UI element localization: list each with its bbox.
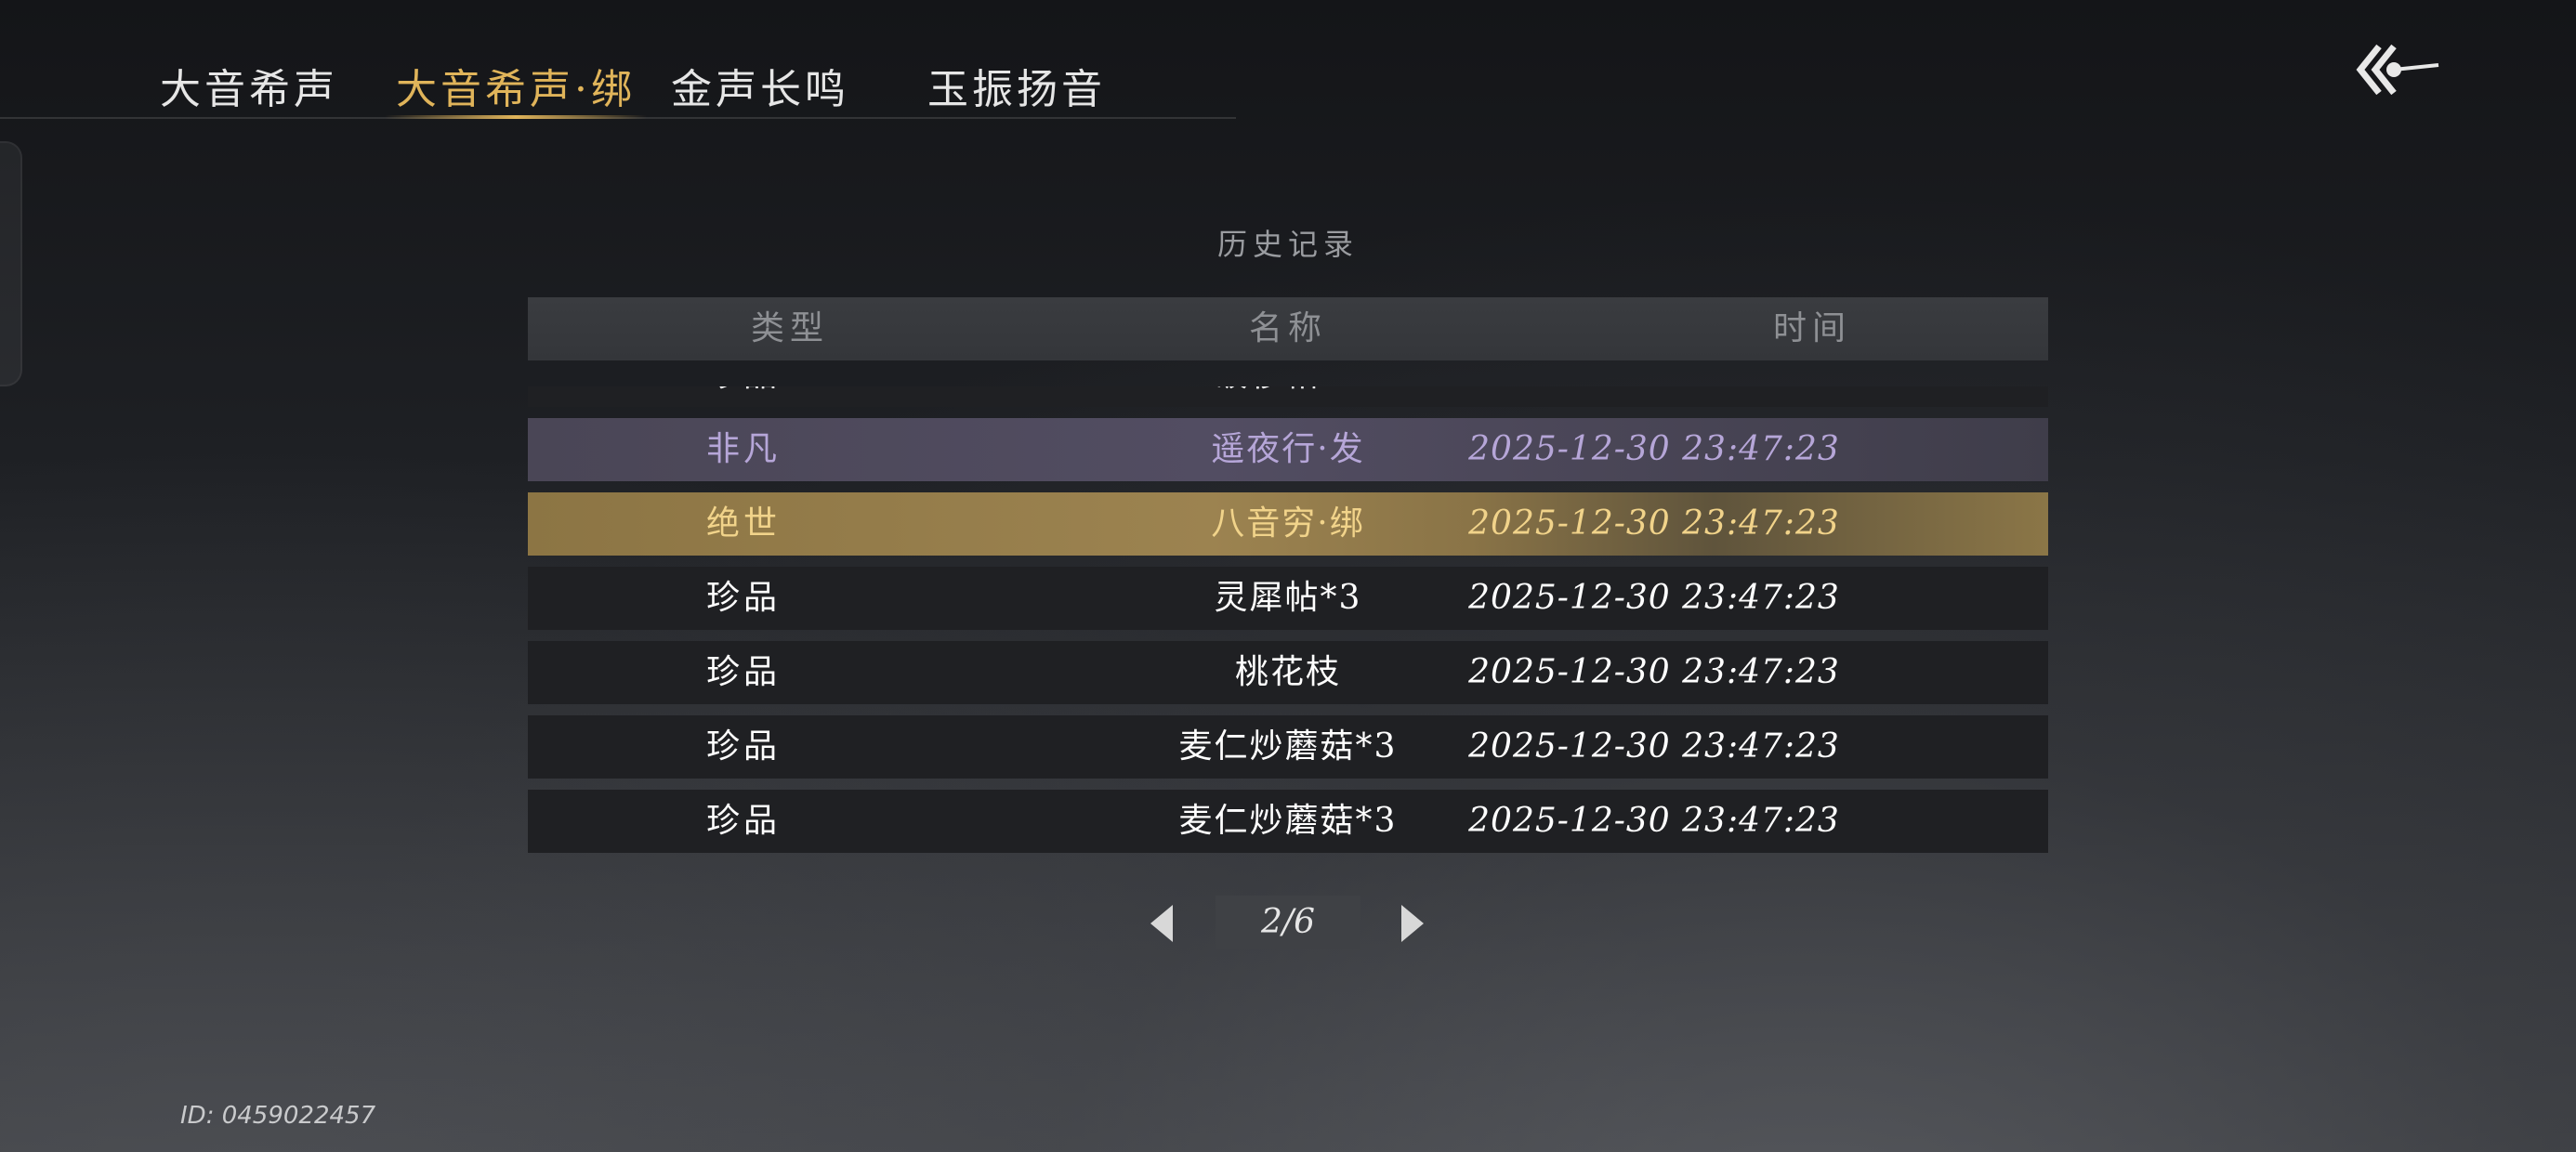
- row-type: 珍品: [706, 653, 782, 691]
- tab-jinsheng-changming[interactable]: 金声长鸣: [671, 56, 849, 115]
- tab-dayin-xisheng[interactable]: 大音希声: [160, 56, 338, 115]
- page-indicator: 2/6: [1216, 896, 1360, 949]
- row-name: 麦仁炒蘑菇*3: [1178, 727, 1398, 766]
- table-body-scroll[interactable]: 珍品 破秽帖*3 2025-12-30 23:47:23 非凡 遥夜行·发 20…: [528, 386, 2048, 864]
- side-drawer-handle[interactable]: [0, 141, 22, 386]
- next-page-button[interactable]: [1392, 899, 1429, 948]
- row-time: 2025-12-30 23:47:23: [1468, 727, 1840, 766]
- tab-bar: 大音希声 大音希声·绑 金声长鸣 玉振扬音: [0, 37, 1236, 119]
- row-type: 珍品: [706, 386, 781, 407]
- table-rows: 珍品 破秽帖*3 2025-12-30 23:47:23 非凡 遥夜行·发 20…: [528, 386, 2048, 864]
- table-row[interactable]: 珍品 灵犀帖*3 2025-12-30 23:47:23: [528, 567, 2048, 630]
- table-row[interactable]: 珍品 桃花枝 2025-12-30 23:47:23: [528, 641, 2048, 704]
- table-header: 类型 名称 时间: [528, 297, 2048, 360]
- table-row[interactable]: 珍品 麦仁炒蘑菇*3 2025-12-30 23:47:23: [528, 715, 2048, 779]
- prev-page-button[interactable]: [1145, 899, 1182, 948]
- table-row[interactable]: 非凡 遥夜行·发 2025-12-30 23:47:23: [528, 418, 2048, 481]
- row-name: 遥夜行·发: [1211, 430, 1365, 468]
- user-id-label: ID: 0459022457: [180, 1102, 376, 1130]
- back-button[interactable]: [2351, 28, 2453, 111]
- row-name: 八音穷·绑: [1211, 504, 1365, 543]
- header-name: 名称: [1248, 309, 1328, 347]
- row-time: 2025-12-30 23:47:23: [1468, 653, 1840, 691]
- triangle-right-icon: [1401, 905, 1424, 942]
- row-name: 麦仁炒蘑菇*3: [1178, 802, 1398, 840]
- history-table: 类型 名称 时间 珍品 破秽帖*3 2025-12-30 23:47:23 非凡…: [528, 297, 2048, 864]
- triangle-left-icon: [1150, 905, 1173, 942]
- row-type: 珍品: [706, 727, 782, 766]
- tab-yuzhen-yangyin[interactable]: 玉振扬音: [927, 56, 1106, 115]
- row-name: 破秽帖*3: [1215, 386, 1362, 407]
- row-type: 绝世: [706, 504, 782, 543]
- row-time: 2025-12-30 23:47:23: [1468, 430, 1840, 468]
- row-type: 珍品: [706, 802, 782, 840]
- back-arrow-icon: [2356, 44, 2439, 96]
- row-type: 非凡: [706, 430, 782, 468]
- row-time: 2025-12-30 23:47:23: [1468, 802, 1840, 840]
- table-row[interactable]: 珍品 破秽帖*3 2025-12-30 23:47:23: [528, 386, 2048, 407]
- header-type: 类型: [750, 309, 830, 347]
- active-tab-indicator: [385, 115, 647, 119]
- row-type: 珍品: [706, 579, 782, 617]
- header-time: 时间: [1772, 309, 1852, 347]
- row-time: 2025-12-30 23:47:23: [1468, 386, 1840, 407]
- row-time: 2025-12-30 23:47:23: [1468, 579, 1840, 617]
- table-row[interactable]: 珍品 麦仁炒蘑菇*3 2025-12-30 23:47:23: [528, 790, 2048, 853]
- table-row[interactable]: 绝世 八音穷·绑 2025-12-30 23:47:23: [528, 492, 2048, 556]
- row-time: 2025-12-30 23:47:23: [1468, 504, 1840, 543]
- tab-dayin-xisheng-bound[interactable]: 大音希声·绑: [385, 56, 647, 119]
- pagination: 2/6: [0, 896, 2576, 951]
- row-name: 灵犀帖*3: [1214, 579, 1362, 617]
- row-name: 桃花枝: [1234, 653, 1342, 691]
- history-title: 历史记录: [1216, 227, 1359, 262]
